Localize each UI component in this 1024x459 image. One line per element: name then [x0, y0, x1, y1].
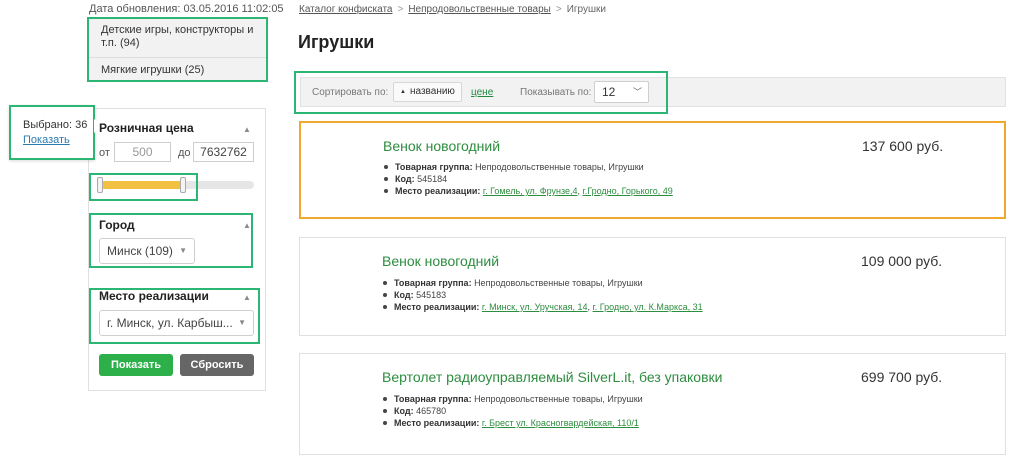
sort-by-price-link[interactable]: цене: [471, 87, 493, 98]
detail-label: Код: [394, 406, 411, 416]
product-code: Код: 545183: [382, 289, 703, 301]
per-page-value: 12: [602, 85, 616, 99]
detail-value: Непродовольственные товары, Игрушки: [474, 278, 643, 288]
detail-value: Непродовольственные товары, Игрушки: [474, 394, 643, 404]
category-list: Детские игры, конструкторы и т.п. (94) М…: [87, 17, 268, 82]
breadcrumb-separator: >: [555, 4, 562, 15]
detail-label: Место реализации: [394, 418, 477, 428]
price-from-label: от: [99, 147, 110, 159]
price-from-input[interactable]: [114, 142, 171, 162]
detail-label: Код: [395, 174, 412, 184]
product-place: Место реализации: г. Гомель, ул. Фрунзе,…: [383, 185, 673, 197]
breadcrumb-nonfood[interactable]: Непродовольственные товары: [408, 4, 551, 15]
breadcrumb-separator: >: [397, 4, 404, 15]
breadcrumb-catalog[interactable]: Каталог конфиската: [299, 4, 392, 15]
product-card[interactable]: Венок новогодний 137 600 руб. Товарная г…: [299, 121, 1006, 219]
product-price: 137 600 руб.: [862, 138, 944, 154]
product-place: Место реализации: г. Брест ул. Красногва…: [382, 417, 643, 429]
place-link[interactable]: г. Минск, ул. Уручская, 14: [482, 302, 588, 312]
product-price: 109 000 руб.: [861, 253, 943, 269]
chevron-down-icon: ▼: [179, 246, 187, 255]
product-group: Товарная группа: Непродовольственные тов…: [382, 393, 643, 405]
product-price: 699 700 руб.: [861, 369, 943, 385]
detail-label: Товарная группа: [395, 162, 470, 172]
product-details: Товарная группа: Непродовольственные тов…: [382, 393, 643, 429]
selected-count-popup: Выбрано: 36 Показать: [9, 105, 102, 160]
detail-label: Место реализации: [394, 302, 477, 312]
reset-button[interactable]: Сбросить: [180, 354, 254, 376]
product-card[interactable]: Вертолет радиоуправляемый SilverL.it, бе…: [299, 353, 1006, 455]
place-link[interactable]: г. Брест ул. Красногвардейская, 110/1: [482, 418, 639, 428]
price-to-input[interactable]: [193, 142, 254, 162]
product-group: Товарная группа: Непродовольственные тов…: [382, 277, 703, 289]
per-page-label: Показывать по:: [520, 87, 592, 98]
product-title[interactable]: Венок новогодний: [382, 253, 499, 269]
product-title[interactable]: Вертолет радиоуправляемый SilverL.it, бе…: [382, 369, 722, 385]
detail-value: 545184: [417, 174, 448, 184]
detail-label: Место реализации: [395, 186, 478, 196]
chevron-down-icon: ﹀: [632, 87, 642, 97]
detail-label: Товарная группа: [394, 394, 469, 404]
price-to-label: до: [178, 147, 191, 159]
selected-count-text: Выбрано: 36: [23, 119, 88, 131]
detail-label: Товарная группа: [394, 278, 469, 288]
price-collapse-icon[interactable]: ▲: [243, 125, 251, 134]
page-title: Игрушки: [298, 32, 375, 52]
product-title[interactable]: Венок новогодний: [383, 138, 500, 154]
product-code: Код: 545184: [383, 173, 673, 185]
detail-value: 545183: [416, 290, 447, 300]
sort-label: Сортировать по:: [312, 87, 389, 98]
place-link[interactable]: г. Гомель, ул. Фрунзе,4: [483, 186, 578, 196]
place-link[interactable]: г. Гродно, ул. К.Маркса, 31: [593, 302, 703, 312]
detail-value: 465780: [416, 406, 447, 416]
category-divider: [89, 57, 266, 58]
place-link[interactable]: г.Гродно, Горького, 49: [583, 186, 673, 196]
product-card[interactable]: Венок новогодний 109 000 руб. Товарная г…: [299, 237, 1006, 336]
price-filter-title: Розничная цена: [99, 121, 194, 135]
city-collapse-icon[interactable]: ▲: [243, 221, 251, 230]
city-select[interactable]: Минск (109) ▼: [99, 238, 195, 264]
detail-label: Код: [394, 290, 411, 300]
slider-highlight-frame: [89, 173, 198, 201]
category-item-kids-games[interactable]: Детские игры, конструкторы и т.п. (94): [101, 24, 261, 50]
category-item-soft-toys[interactable]: Мягкие игрушки (25): [101, 64, 261, 77]
show-button[interactable]: Показать: [99, 354, 173, 376]
sort-by-name-button[interactable]: ▲ названию: [393, 82, 462, 102]
per-page-select[interactable]: 12 ﹀: [594, 81, 649, 103]
popup-show-link[interactable]: Показать: [23, 134, 70, 146]
breadcrumb: Каталог конфиската > Непродовольственные т…: [299, 4, 606, 15]
city-filter-title: Город: [99, 218, 135, 232]
product-details: Товарная группа: Непродовольственные тов…: [382, 277, 703, 313]
product-details: Товарная группа: Непродовольственные тов…: [383, 161, 673, 197]
sort-by-name-label: названию: [410, 86, 455, 97]
product-place: Место реализации: г. Минск, ул. Уручская…: [382, 301, 703, 313]
place-collapse-icon[interactable]: ▲: [243, 293, 251, 302]
place-select-value: г. Минск, ул. Карбыш...: [107, 316, 233, 330]
place-select[interactable]: г. Минск, ул. Карбыш... ▼: [99, 310, 254, 336]
product-code: Код: 465780: [382, 405, 643, 417]
breadcrumb-current: Игрушки: [566, 4, 606, 15]
place-filter-title: Место реализации: [99, 289, 209, 303]
product-group: Товарная группа: Непродовольственные тов…: [383, 161, 673, 173]
chevron-down-icon: ▼: [238, 318, 246, 327]
sort-asc-icon: ▲: [400, 89, 406, 95]
city-select-value: Минск (109): [107, 244, 173, 258]
update-date: Дата обновления: 03.05.2016 11:02:05: [89, 3, 284, 15]
detail-value: Непродовольственные товары, Игрушки: [475, 162, 644, 172]
